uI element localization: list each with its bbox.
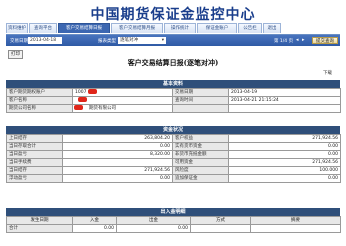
total-withdraw: 0.00 bbox=[116, 224, 191, 233]
table-row: 客户期货期权账户 1007 交易日期 2013-04-19 bbox=[6, 88, 341, 97]
floating-pnl-value: 0.00 bbox=[62, 174, 173, 183]
tab-bulletin[interactable]: 公告栏 bbox=[238, 23, 262, 33]
empty-cell bbox=[190, 224, 251, 233]
prev-balance-label: 上日结存 bbox=[6, 134, 63, 143]
table-row: 当日结存 271,924.56 风险度 100.000 bbox=[6, 166, 341, 175]
account-label: 客户期货期权账户 bbox=[6, 88, 73, 97]
page-info: 第 1/4 页 bbox=[274, 39, 294, 44]
table-header-row: 发生日期 入金 出金 方式 摘要 bbox=[6, 216, 341, 225]
col-withdraw: 出金 bbox=[116, 216, 191, 225]
deposit-withdraw-label: 当日存取合计 bbox=[6, 142, 63, 151]
tab-query[interactable]: 查询平台 bbox=[29, 23, 57, 33]
report-title: 客户交易结算日报(逐笔对冲) bbox=[127, 58, 219, 67]
col-summary: 摘要 bbox=[250, 216, 341, 225]
tab-daily-report[interactable]: 客户交易结算日报 bbox=[58, 23, 110, 33]
query-time-value: 2013-04-21 21:15:24 bbox=[228, 96, 341, 105]
date-input[interactable]: 2013-04-18 bbox=[28, 37, 62, 44]
next-page-icon[interactable]: ▸ bbox=[302, 37, 305, 43]
table-row: 期货公司名称 期货有限公司 bbox=[6, 104, 341, 113]
cash-funds-value: 0.00 bbox=[228, 142, 341, 151]
total-label: 合计 bbox=[6, 224, 73, 233]
report-type-label: 报表类型 bbox=[98, 39, 116, 44]
report-type-select[interactable]: 逐笔对冲 ▾ bbox=[118, 37, 166, 44]
risk-ratio-label: 风险度 bbox=[172, 166, 229, 175]
margin-call-value: 0.00 bbox=[228, 174, 341, 183]
prev-page-icon[interactable]: ◂ bbox=[296, 37, 299, 43]
daily-pnl-value: 8,320.00 bbox=[62, 150, 173, 159]
total-deposit: 0.00 bbox=[72, 224, 117, 233]
inout-heading: 出入金明细 bbox=[6, 208, 340, 216]
client-name-value bbox=[72, 96, 173, 105]
redaction-mark bbox=[78, 97, 87, 102]
submit-query-button[interactable]: 提交查询 bbox=[312, 37, 338, 44]
download-link[interactable]: 下载 bbox=[323, 70, 332, 76]
table-row: 浮动盈亏 0.00 追加保证金 0.00 bbox=[6, 174, 341, 183]
inout-table: 发生日期 入金 出金 方式 摘要 合计 0.00 0.00 bbox=[6, 216, 341, 233]
basic-info-heading: 基本资料 bbox=[6, 80, 340, 88]
tab-operation-stats[interactable]: 操作统计 bbox=[164, 23, 196, 33]
client-equity-label: 客户权益 bbox=[172, 134, 229, 143]
tab-logout[interactable]: 退出 bbox=[263, 23, 281, 33]
prev-balance-value: 263,804.20 bbox=[62, 134, 173, 143]
margin-call-label: 追加保证金 bbox=[172, 174, 229, 183]
floating-pnl-label: 浮动盈亏 bbox=[6, 174, 63, 183]
chevron-down-icon: ▾ bbox=[161, 38, 164, 43]
cash-funds-label: 实有货币资金 bbox=[172, 142, 229, 151]
tab-margin-account[interactable]: 保证金账户 bbox=[197, 23, 237, 33]
end-balance-label: 当日结存 bbox=[6, 166, 63, 175]
col-date: 发生日期 bbox=[6, 216, 73, 225]
trade-date-label: 交易日期 bbox=[172, 88, 229, 97]
empty-cell bbox=[228, 104, 341, 113]
deposit-withdraw-value: 0.00 bbox=[62, 142, 173, 151]
report-type-value: 逐笔对冲 bbox=[120, 38, 138, 43]
tab-monthly-report[interactable]: 客户交易结算月报 bbox=[111, 23, 163, 33]
tab-profile[interactable]: 资料维护 bbox=[6, 23, 28, 33]
redaction-mark bbox=[74, 105, 83, 110]
empty-cell bbox=[250, 224, 341, 233]
non-cash-value: 0.00 bbox=[228, 150, 341, 159]
table-row: 上日结存 263,804.20 客户权益 271,924.56 bbox=[6, 134, 341, 143]
main-tabbar: 资料维护 查询平台 客户交易结算日报 客户交易结算月报 操作统计 保证金账户 公… bbox=[6, 23, 340, 35]
query-time-label: 查询时间 bbox=[172, 96, 229, 105]
redaction-mark bbox=[88, 89, 97, 94]
commission-value bbox=[62, 158, 173, 167]
non-cash-label: 非货币充抵金额 bbox=[172, 150, 229, 159]
date-label: 交易日期 bbox=[10, 39, 28, 44]
site-title: 中国期货保证金监控中心 bbox=[90, 7, 256, 23]
col-deposit: 入金 bbox=[72, 216, 117, 225]
funds-table: 上日结存 263,804.20 客户权益 271,924.56 当日存取合计 0… bbox=[6, 134, 341, 183]
table-row: 合计 0.00 0.00 bbox=[6, 224, 341, 233]
trade-date-value: 2013-04-19 bbox=[228, 88, 341, 97]
table-row: 客户名称 查询时间 2013-04-21 21:15:24 bbox=[6, 96, 341, 105]
daily-pnl-label: 当日盈亏 bbox=[6, 150, 63, 159]
available-funds-label: 可用资金 bbox=[172, 158, 229, 167]
basic-info-table: 客户期货期权账户 1007 交易日期 2013-04-19 客户名称 查询时间 … bbox=[6, 88, 341, 113]
col-method: 方式 bbox=[190, 216, 251, 225]
client-name-label: 客户名称 bbox=[6, 96, 73, 105]
company-label: 期货公司名称 bbox=[6, 104, 73, 113]
company-value: 期货有限公司 bbox=[72, 104, 173, 113]
empty-cell bbox=[172, 104, 229, 113]
table-row: 当日盈亏 8,320.00 非货币充抵金额 0.00 bbox=[6, 150, 341, 159]
funds-heading: 资金状况 bbox=[6, 126, 340, 134]
table-row: 当日存取合计 0.00 实有货币资金 0.00 bbox=[6, 142, 341, 151]
risk-ratio-value: 100.000 bbox=[228, 166, 341, 175]
query-toolbar: 交易日期 2013-04-18 报表类型 逐笔对冲 ▾ 第 1/4 页 ◂ ▸ … bbox=[6, 35, 340, 46]
available-funds-value: 271,924.56 bbox=[228, 158, 341, 167]
end-balance-value: 271,924.56 bbox=[62, 166, 173, 175]
table-row: 当日手续费 可用资金 271,924.56 bbox=[6, 158, 341, 167]
client-equity-value: 271,924.56 bbox=[228, 134, 341, 143]
commission-label: 当日手续费 bbox=[6, 158, 63, 167]
